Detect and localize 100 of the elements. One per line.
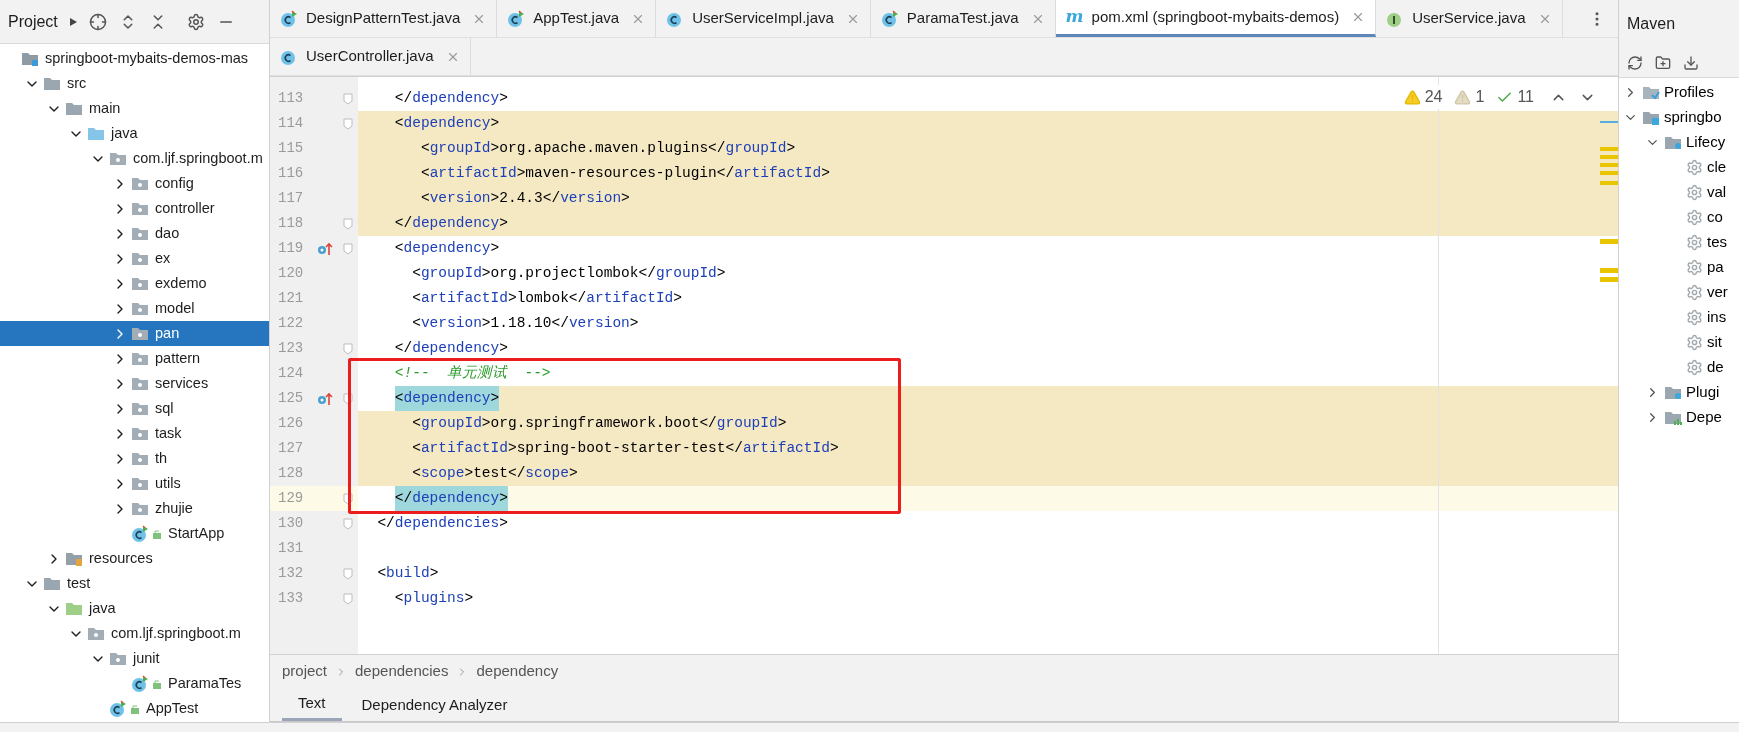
maven-tree-item[interactable]: springbo [1664, 106, 1722, 129]
maven-tree-item[interactable]: Lifecy [1686, 131, 1726, 154]
tree-item-label: ex [155, 248, 171, 268]
override-marker-icon[interactable] [317, 391, 333, 406]
tree-item-label: sql [155, 398, 174, 418]
editor-tab[interactable]: AppTest.java [497, 0, 657, 37]
tree-item[interactable]: exdemo [0, 271, 269, 296]
code-line: <groupId>org.springframework.boot</groupId> [412, 414, 787, 433]
fold-marker-icon[interactable] [343, 117, 353, 130]
lock-icon [152, 528, 162, 539]
maven-tree-item[interactable]: de [1707, 356, 1724, 379]
tree-item[interactable]: StartApp [0, 521, 269, 546]
code-line: <groupId>org.apache.maven.plugins</groupId> [420, 139, 796, 158]
folder-icon [131, 401, 149, 416]
tree-item[interactable]: junit [0, 646, 269, 671]
gear-icon [1686, 159, 1703, 176]
editor-tab[interactable]: UserServiceImpl.java [656, 0, 871, 37]
folder-plus-icon[interactable] [1655, 54, 1671, 71]
tree-item[interactable]: java [0, 121, 269, 146]
folder-icon [1664, 410, 1682, 425]
fold-marker-icon[interactable] [343, 242, 353, 255]
tree-item[interactable]: pattern [0, 346, 269, 371]
breadcrumb[interactable]: dependencies [355, 660, 449, 683]
tree-item[interactable]: AppTest [0, 696, 269, 721]
tree-item[interactable]: test [0, 571, 269, 596]
gear-icon [1686, 209, 1703, 226]
override-marker-icon[interactable] [317, 241, 333, 256]
maven-tree-item[interactable]: cle [1707, 156, 1727, 179]
tree-item[interactable]: services [0, 371, 269, 396]
tree-item[interactable]: controller [0, 196, 269, 221]
maven-tree-item[interactable]: ver [1707, 281, 1728, 304]
fold-marker-icon[interactable] [343, 567, 353, 580]
project-panel-title[interactable]: Project [8, 9, 58, 34]
code-line: <plugins> [394, 589, 474, 608]
tree-item[interactable]: sql [0, 396, 269, 421]
tree-item[interactable]: pan [0, 321, 269, 346]
maven-tree-item[interactable]: Profiles [1664, 81, 1715, 104]
tree-item-label: springboot-mybaits-demos-mas [45, 48, 249, 68]
editor-tab[interactable]: m pom.xml (springboot-mybaits-demos) [1055, 0, 1377, 37]
inspection-counter[interactable]: 1 [1454, 85, 1485, 109]
tree-item[interactable]: model [0, 296, 269, 321]
settings-icon[interactable] [186, 12, 205, 31]
tree-item[interactable]: utils [0, 471, 269, 496]
fold-marker-icon[interactable] [343, 342, 353, 355]
fold-marker-icon[interactable] [343, 592, 353, 605]
editor-tab[interactable]: UserController.java [270, 38, 471, 75]
refresh-icon[interactable] [1627, 54, 1643, 71]
folder-icon [1642, 85, 1660, 100]
tree-item[interactable]: java [0, 596, 269, 621]
editor-tab[interactable]: DesignPatternTest.java [270, 0, 498, 37]
inspection-counter[interactable]: 11 [1496, 85, 1534, 109]
fold-marker-icon[interactable] [343, 392, 353, 405]
tree-item[interactable]: dao [0, 221, 269, 246]
editor-tab[interactable]: ParamaTest.java [870, 0, 1056, 37]
maven-tree-item[interactable]: tes [1707, 231, 1727, 254]
tree-item[interactable]: th [0, 446, 269, 471]
code-line: </dependency> [394, 339, 508, 358]
folder-icon [87, 126, 105, 141]
tree-item[interactable]: com.ljf.springboot.m [0, 621, 269, 646]
tree-item[interactable]: ParamaTes [0, 671, 269, 696]
gear-icon [1686, 284, 1703, 301]
tree-item[interactable]: main [0, 96, 269, 121]
maven-tree-item[interactable]: Depe [1686, 406, 1722, 429]
editor-mode-tab[interactable]: Dependency Analyzer [345, 689, 524, 721]
download-icon[interactable] [1683, 54, 1699, 71]
editor-tab[interactable]: UserService.java [1376, 0, 1563, 37]
tree-item-label: controller [155, 198, 215, 218]
maven-tree-item[interactable]: val [1707, 181, 1727, 204]
tree-item[interactable]: ex [0, 246, 269, 271]
tree-item-label: java [89, 598, 116, 618]
breadcrumb[interactable]: project [282, 660, 328, 683]
line-number: 127 [278, 439, 305, 458]
code-line: </dependencies> [377, 514, 508, 533]
class-icon [131, 524, 149, 543]
line-number: 129 [278, 489, 305, 508]
tree-item[interactable]: src [0, 71, 269, 96]
dropdown-arrow-icon[interactable] [69, 17, 77, 26]
tree-item[interactable]: springboot-mybaits-demos-mas [0, 46, 269, 71]
breadcrumb[interactable]: dependency [476, 660, 559, 683]
inspection-counter[interactable]: 24 [1403, 85, 1443, 109]
maven-tree-item[interactable]: Plugi [1686, 381, 1720, 404]
folder-icon [131, 201, 149, 216]
maven-tree-item[interactable]: sit [1707, 331, 1722, 354]
tree-item[interactable]: zhujie [0, 496, 269, 521]
maven-tree-item[interactable]: pa [1707, 256, 1724, 279]
tree-item[interactable]: task [0, 421, 269, 446]
line-number: 116 [278, 164, 305, 183]
class-icon [131, 674, 149, 693]
fold-marker-icon[interactable] [343, 217, 353, 230]
tree-item[interactable]: com.ljf.springboot.m [0, 146, 269, 171]
maven-tree-item[interactable]: ins [1707, 306, 1727, 329]
tree-item[interactable]: config [0, 171, 269, 196]
maven-tree-item[interactable]: co [1707, 206, 1723, 229]
locate-icon[interactable] [88, 12, 107, 31]
folder-icon [131, 326, 149, 341]
fold-marker-icon[interactable] [343, 517, 353, 530]
fold-marker-icon[interactable] [343, 492, 353, 505]
fold-marker-icon[interactable] [343, 92, 353, 105]
code-line: </dependency> [394, 214, 508, 233]
tree-item[interactable]: resources [0, 546, 269, 571]
